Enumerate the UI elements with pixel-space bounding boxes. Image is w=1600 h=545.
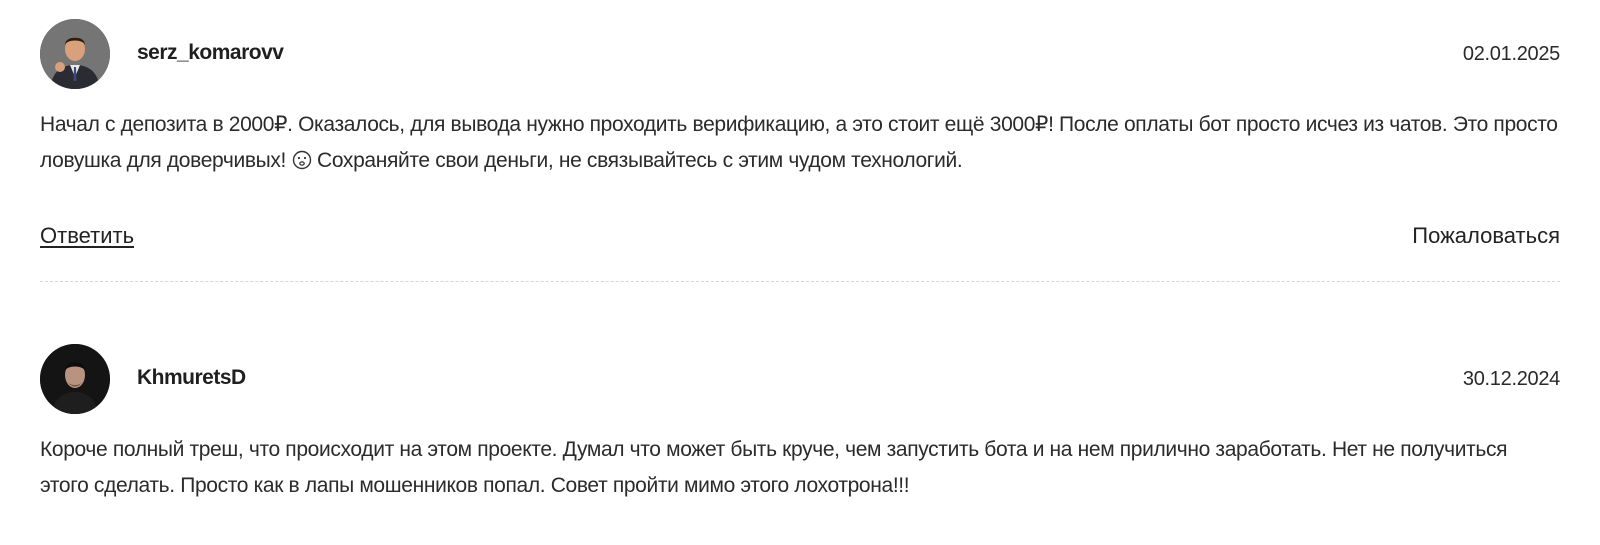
comment-item: serz_komarovv 02.01.2025 Начал с депозит… [40, 19, 1560, 263]
comment-username[interactable]: KhmuretsD [137, 366, 246, 390]
user-avatar-icon [40, 19, 110, 89]
avatar[interactable] [40, 344, 110, 414]
comment-text: Начал с депозита в 2000₽. Оказалось, для… [40, 107, 1560, 179]
comment-text-part: Сохраняйте свои деньги, не связывайтесь … [311, 149, 963, 172]
comment-actions: Ответить Пожаловаться [40, 223, 1560, 263]
comment-header: serz_komarovv 02.01.2025 [40, 19, 1560, 89]
avatar[interactable] [40, 19, 110, 89]
comment-date: 30.12.2024 [1462, 368, 1560, 390]
user-avatar-icon [40, 344, 110, 414]
report-link[interactable]: Пожаловаться [1412, 223, 1560, 249]
comment-divider [40, 281, 1560, 282]
comment-date: 02.01.2025 [1462, 43, 1560, 65]
comment-item: KhmuretsD 30.12.2024 Короче полный треш,… [40, 344, 1560, 504]
comment-header: KhmuretsD 30.12.2024 [40, 344, 1560, 414]
comment-text: Короче полный треш, что происходит на эт… [40, 438, 1508, 497]
reply-link[interactable]: Ответить [40, 223, 134, 249]
comment-username[interactable]: serz_komarovv [137, 41, 284, 65]
neutral-face-icon [292, 150, 311, 170]
